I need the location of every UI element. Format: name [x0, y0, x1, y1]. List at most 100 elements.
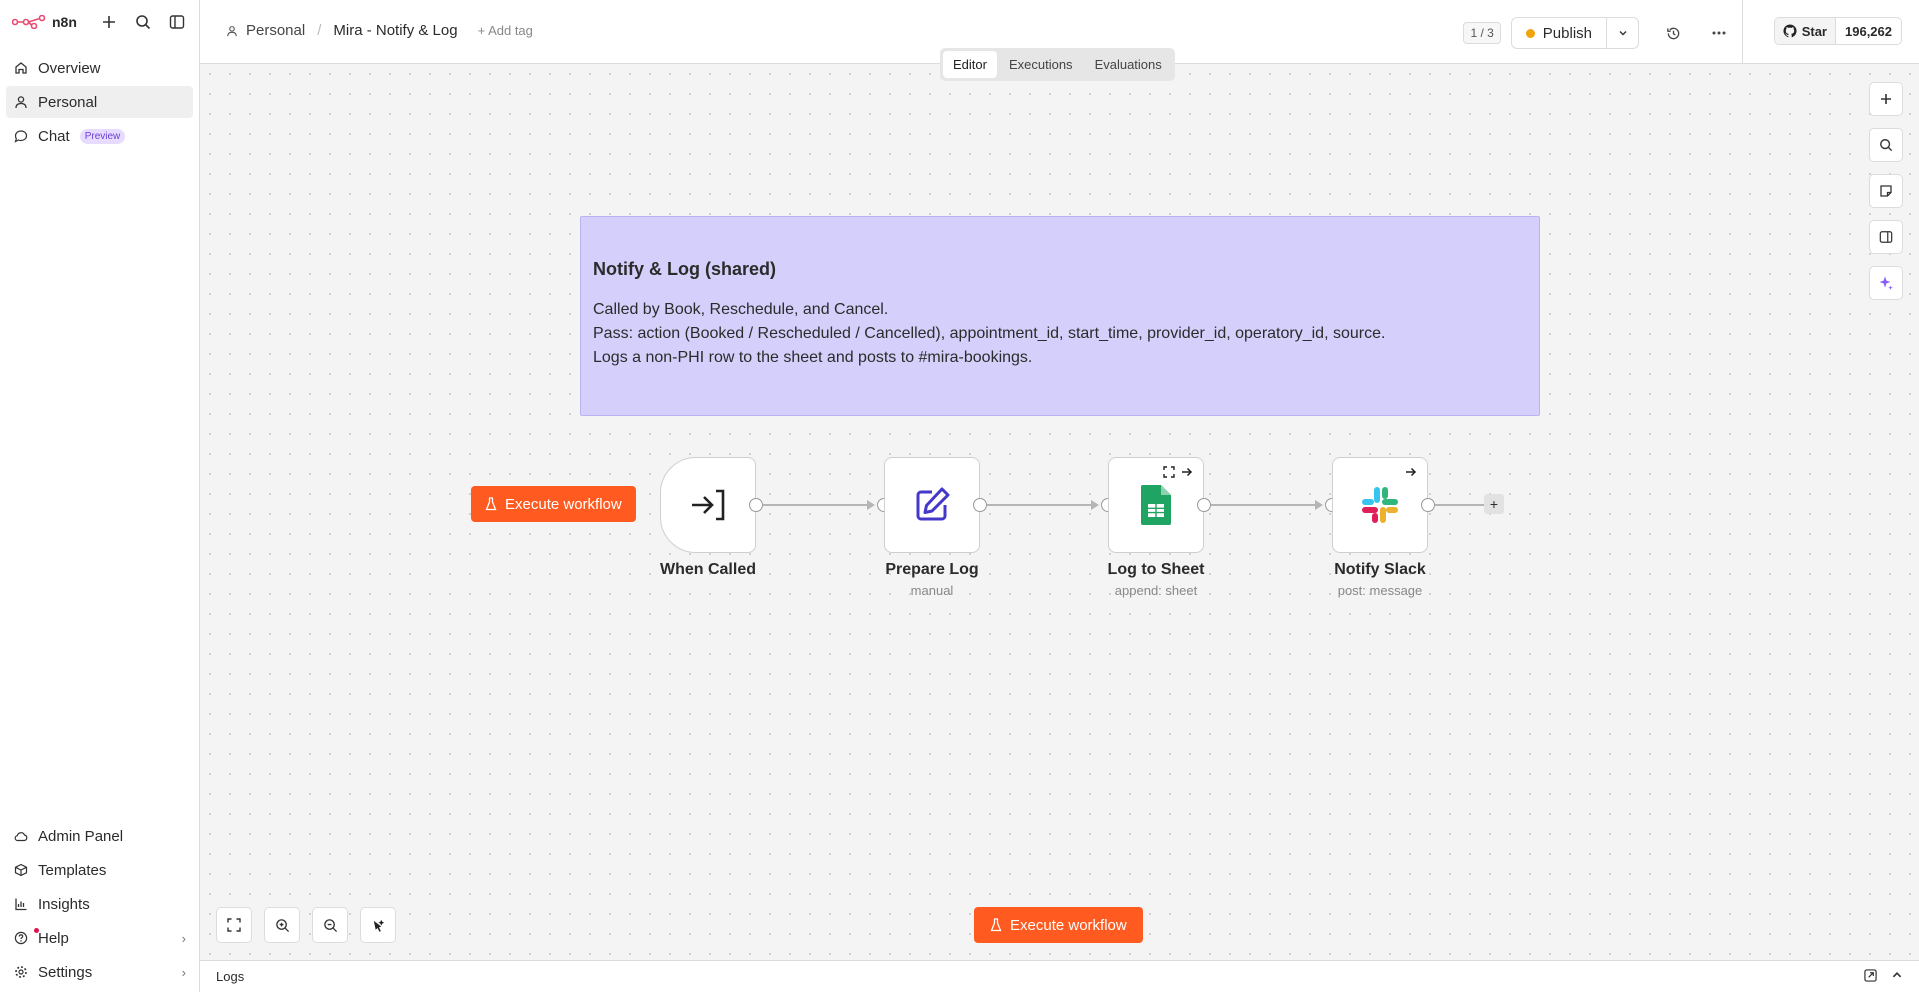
github-star-label: Star	[1801, 23, 1827, 39]
connection-arrow-icon	[1091, 500, 1099, 510]
zoom-out-button[interactable]	[312, 907, 348, 943]
version-count-badge[interactable]: 1 / 3	[1463, 22, 1501, 44]
chart-icon	[15, 898, 27, 911]
sidebar-item-insights[interactable]: Insights	[6, 888, 194, 920]
notification-dot	[34, 928, 39, 933]
connection-arrow-icon	[1315, 500, 1323, 510]
ai-assistant-button[interactable]	[1869, 266, 1903, 300]
edit-icon	[916, 487, 950, 521]
node-label: Log to Sheet	[1107, 561, 1205, 578]
node-prepare-log[interactable]	[884, 457, 980, 553]
sidebar-item-admin-panel[interactable]: Admin Panel	[6, 820, 194, 852]
output-handle[interactable]	[1197, 498, 1211, 512]
history-icon[interactable]	[1663, 23, 1683, 43]
toggle-panel-button[interactable]	[1869, 220, 1903, 254]
chevron-up-icon[interactable]	[1891, 969, 1903, 984]
sidebar-header: n8n	[0, 0, 199, 44]
sidebar-bottom: Admin Panel Templates Insights Help › Se…	[0, 818, 200, 992]
node-toolbar	[1405, 466, 1417, 478]
execute-workflow-label: Execute workflow	[1010, 916, 1127, 934]
execute-workflow-label: Execute workflow	[505, 495, 622, 513]
cloud-icon	[14, 832, 28, 842]
sidebar-nav: Overview Personal Chat Preview	[0, 52, 199, 152]
n8n-logo[interactable]: n8n	[12, 14, 77, 30]
add-node-button[interactable]	[1869, 82, 1903, 116]
sticky-note[interactable]: Notify & Log (shared) Called by Book, Re…	[580, 216, 1540, 416]
breadcrumb-project[interactable]: Personal	[246, 22, 305, 39]
logs-panel-bar[interactable]: Logs	[200, 960, 1919, 992]
chevron-right-icon: ›	[181, 964, 186, 980]
search-icon[interactable]	[133, 12, 153, 32]
fit-view-button[interactable]	[216, 907, 252, 943]
sidebar: n8n Overview Personal Chat Preview Admin…	[0, 0, 200, 992]
chat-icon	[14, 130, 28, 143]
arrow-right-icon[interactable]	[1405, 466, 1417, 478]
sticky-note-line: Pass: action (Booked / Rescheduled / Can…	[593, 325, 1386, 342]
sidebar-item-personal[interactable]: Personal	[6, 86, 193, 118]
n8n-logo-icon	[12, 15, 46, 29]
zoom-in-button[interactable]	[264, 907, 300, 943]
sidebar-item-label: Insights	[38, 895, 90, 913]
tab-evaluations[interactable]: Evaluations	[1085, 51, 1172, 78]
publish-label: Publish	[1542, 24, 1592, 42]
tidy-up-button[interactable]	[360, 907, 396, 943]
sticky-note-line: Logs a non-PHI row to the sheet and post…	[593, 349, 1033, 366]
publish-button[interactable]: Publish	[1512, 18, 1606, 48]
output-handle[interactable]	[749, 498, 763, 512]
more-options-icon[interactable]	[1709, 23, 1729, 43]
github-star-widget: Star 196,262	[1773, 17, 1902, 45]
workflow-canvas[interactable]: Editor Executions Evaluations Notify & L…	[200, 48, 1919, 960]
logs-label: Logs	[216, 969, 245, 984]
sidebar-item-chat[interactable]: Chat Preview	[6, 120, 193, 152]
add-tag-button[interactable]: + Add tag	[478, 23, 533, 38]
sign-in-icon	[692, 489, 725, 521]
node-label: Prepare Log	[885, 561, 979, 578]
preview-badge: Preview	[79, 128, 126, 144]
publish-dropdown-button[interactable]	[1606, 18, 1638, 48]
node-subtitle: post: message	[1337, 583, 1423, 598]
chevron-right-icon: ›	[181, 930, 186, 946]
connection-line[interactable]	[987, 504, 1097, 506]
connection-line[interactable]	[763, 504, 873, 506]
sidebar-item-help[interactable]: Help ›	[6, 922, 194, 954]
pop-out-icon[interactable]	[1864, 968, 1877, 985]
add-next-node-button[interactable]: +	[1484, 494, 1504, 514]
search-nodes-button[interactable]	[1869, 128, 1903, 162]
breadcrumb: Personal / Mira - Notify & Log + Add tag	[226, 22, 533, 39]
panel-icon	[1879, 231, 1893, 243]
fullscreen-icon	[227, 918, 241, 932]
node-subtitle: manual	[910, 583, 954, 598]
node-subtitle: append: sheet	[1114, 583, 1198, 598]
node-when-called[interactable]	[660, 457, 756, 553]
execute-workflow-button[interactable]: Execute workflow	[471, 486, 636, 522]
sidebar-item-label: Admin Panel	[38, 827, 124, 845]
node-log-to-sheet[interactable]	[1108, 457, 1204, 553]
github-star-count[interactable]: 196,262	[1836, 18, 1901, 44]
header-actions: 1 / 3 Publish	[1463, 17, 1729, 49]
sidebar-item-overview[interactable]: Overview	[6, 52, 193, 84]
sidebar-item-settings[interactable]: Settings ›	[6, 956, 194, 988]
github-star-button[interactable]: Star	[1774, 18, 1836, 44]
zoom-in-icon	[275, 918, 289, 932]
sidebar-item-label: Templates	[38, 861, 107, 879]
output-handle[interactable]	[1421, 498, 1435, 512]
flask-icon	[990, 918, 1002, 932]
tab-executions[interactable]: Executions	[999, 51, 1083, 78]
arrow-right-icon[interactable]	[1181, 466, 1193, 478]
collapse-sidebar-icon[interactable]	[167, 12, 187, 32]
add-sticky-note-button[interactable]	[1869, 174, 1903, 208]
canvas-right-toolbar	[1869, 82, 1903, 300]
workflow-name[interactable]: Mira - Notify & Log	[333, 22, 457, 39]
expand-icon[interactable]	[1163, 466, 1175, 478]
output-handle[interactable]	[973, 498, 987, 512]
execute-workflow-button-bottom[interactable]: Execute workflow	[974, 907, 1143, 943]
breadcrumb-separator: /	[317, 22, 322, 39]
box-icon	[14, 863, 28, 877]
gear-icon	[15, 966, 27, 978]
connection-line[interactable]	[1211, 504, 1321, 506]
sidebar-item-templates[interactable]: Templates	[6, 854, 194, 886]
tab-editor[interactable]: Editor	[943, 51, 997, 78]
help-icon	[14, 931, 28, 945]
add-icon[interactable]	[99, 12, 119, 32]
node-notify-slack[interactable]	[1332, 457, 1428, 553]
